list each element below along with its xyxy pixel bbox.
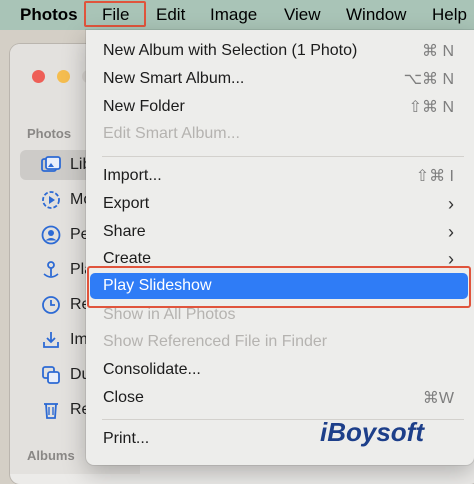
menu-item-shortcut: ⇧⌘ N [408,99,454,116]
menu-item-label: Export [103,195,150,212]
close-window-button[interactable] [32,70,45,83]
menu-item-label: Close [103,389,144,406]
menu-separator [102,156,464,157]
menu-item-import[interactable]: Import... ⇧⌘ I [90,163,468,189]
recents-icon [40,294,62,316]
minimize-window-button[interactable] [57,70,70,83]
menu-item-label: Share [103,223,146,240]
menu-view[interactable]: View [284,4,321,26]
menu-item-export[interactable]: Export › [90,191,468,217]
file-menu-dropdown: New Album with Selection (1 Photo) ⌘ N N… [86,30,474,465]
chevron-right-icon: › [448,193,454,214]
people-icon [40,224,62,246]
menu-item-label: New Smart Album... [103,70,245,87]
menu-item-label: Consolidate... [103,361,201,378]
menu-item-share[interactable]: Share › [90,219,468,245]
menu-item-shortcut: ⇧⌘ I [415,168,454,185]
sidebar-section-albums: Albums [27,448,75,463]
menu-item-new-smart-album[interactable]: New Smart Album... ⌥⌘ N [90,66,468,92]
menu-item-show-referenced-file: Show Referenced File in Finder [90,329,468,355]
menu-window[interactable]: Window [346,4,406,26]
app-menu-photos[interactable]: Photos [20,4,78,26]
memories-icon [40,189,62,211]
trash-icon [40,399,62,421]
menu-item-label: Import... [103,167,162,184]
imports-icon [40,329,62,351]
duplicates-icon [40,364,62,386]
menu-image[interactable]: Image [210,4,257,26]
menu-item-label: New Folder [103,98,185,115]
menu-item-label: Edit Smart Album... [103,125,240,142]
menu-item-label: Show in All Photos [103,306,236,323]
sidebar-section-photos: Photos [27,126,72,141]
menu-item-close[interactable]: Close ⌘W [90,385,468,411]
menu-item-shortcut: ⌘W [422,390,454,407]
play-slideshow-annotation-box [87,266,471,308]
menu-item-new-album-with-selection[interactable]: New Album with Selection (1 Photo) ⌘ N [90,38,468,64]
menu-item-consolidate[interactable]: Consolidate... [90,357,468,383]
menu-item-label: New Album with Selection (1 Photo) [103,42,358,59]
menu-item-edit-smart-album: Edit Smart Album... [90,121,468,147]
library-icon [40,154,62,176]
menu-edit[interactable]: Edit [156,4,185,26]
menu-item-label: Show Referenced File in Finder [103,333,328,350]
menu-bar: Photos File Edit Image View Window Help [0,0,474,30]
places-icon [40,259,62,281]
iboysoft-watermark: iBoysoft [320,417,424,447]
menu-item-shortcut: ⌥⌘ N [403,71,454,88]
menu-help[interactable]: Help [432,4,467,26]
chevron-right-icon: › [448,221,454,242]
menu-item-shortcut: ⌘ N [422,43,454,60]
file-menu-annotation-box [84,1,146,27]
menu-item-new-folder[interactable]: New Folder ⇧⌘ N [90,94,468,120]
